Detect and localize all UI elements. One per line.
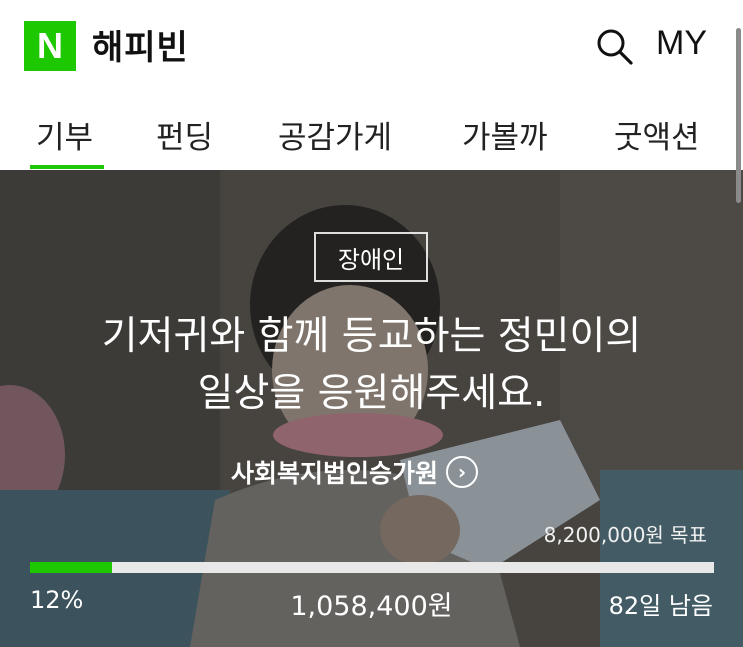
brand-title[interactable]: 해피빈 bbox=[92, 20, 189, 69]
progress-bar-fill bbox=[30, 562, 113, 573]
search-icon bbox=[597, 29, 633, 65]
progress-bar bbox=[30, 562, 714, 573]
category-badge[interactable]: 장애인 bbox=[314, 232, 428, 282]
app-header: N 해피빈 MY bbox=[0, 0, 743, 92]
goal-amount: 8,200,000원 목표 bbox=[543, 523, 707, 547]
naver-logo-icon[interactable]: N bbox=[24, 21, 76, 71]
chevron-right-icon: › bbox=[446, 456, 479, 488]
main-tabs: 기부 펀딩 공감가게 가볼까 굿액션 bbox=[0, 92, 743, 170]
organization-name: 사회복지법인승가원 bbox=[231, 459, 439, 488]
tab-funding[interactable]: 펀딩 bbox=[156, 112, 213, 157]
days-remaining: 82일 남음 bbox=[608, 592, 713, 620]
active-tab-indicator bbox=[30, 165, 104, 169]
campaign-title-line2: 일상을 응원해주세요. bbox=[197, 371, 546, 416]
campaign-title-line1: 기저귀와 함께 등교하는 정민이의 bbox=[101, 314, 642, 359]
my-page-button[interactable]: MY bbox=[656, 24, 707, 63]
scrollbar[interactable] bbox=[736, 28, 741, 203]
tab-donation[interactable]: 기부 bbox=[36, 112, 93, 157]
tab-empathy-store[interactable]: 공감가게 bbox=[278, 112, 392, 157]
campaign-banner[interactable]: 장애인 기저귀와 함께 등교하는 정민이의 일상을 응원해주세요. 사회복지법인… bbox=[0, 170, 743, 647]
organization-link[interactable]: 사회복지법인승가원 › bbox=[231, 454, 479, 490]
tab-let-us-go[interactable]: 가볼까 bbox=[462, 112, 548, 157]
search-button[interactable] bbox=[593, 24, 637, 68]
tab-good-action[interactable]: 굿액션 bbox=[614, 112, 700, 157]
logo-letter: N bbox=[37, 25, 63, 66]
